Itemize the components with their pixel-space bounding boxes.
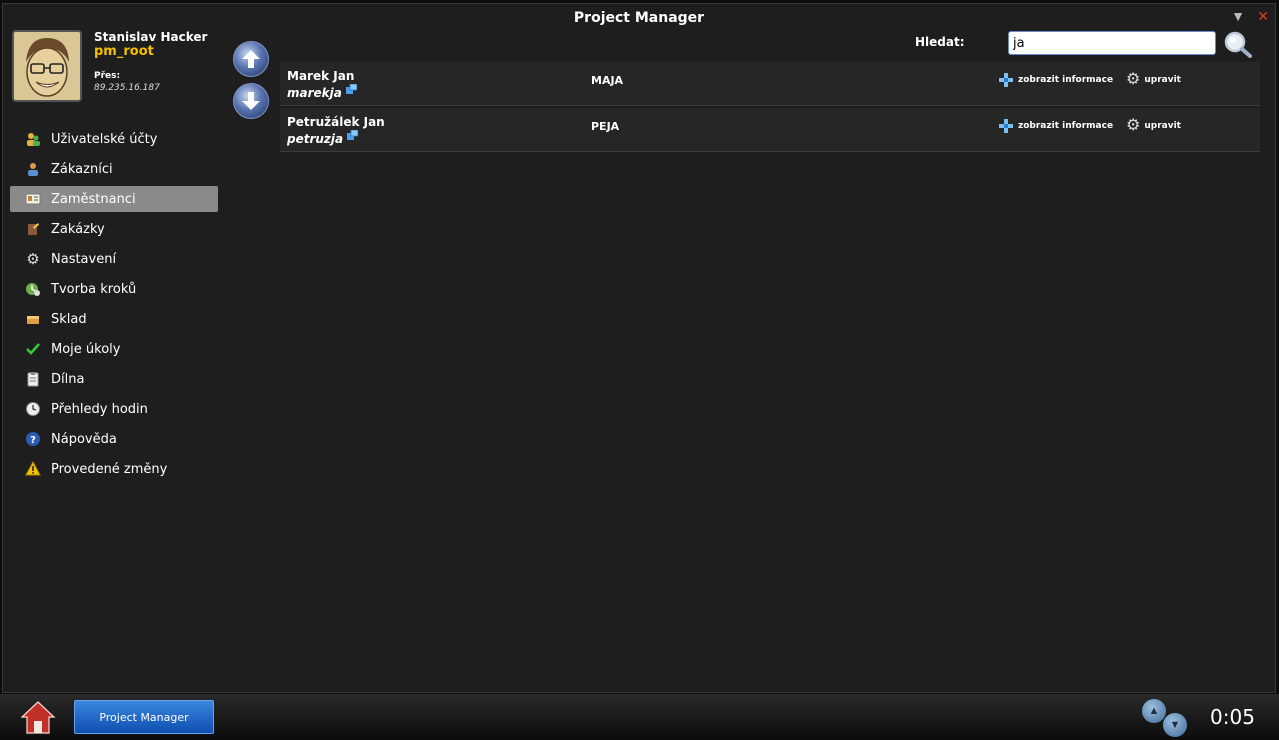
show-info-label: zobrazit informace — [1018, 121, 1114, 131]
employee-code: MAJA — [591, 74, 624, 87]
show-info-button[interactable]: zobrazit informace — [998, 118, 1113, 134]
sidebar-item-help[interactable]: ? Nápověda — [10, 426, 218, 452]
window-title: Project Manager — [573, 10, 705, 26]
title-bar: Project Manager ▼ ✕ — [3, 4, 1275, 30]
gear-icon: ⚙ — [1126, 71, 1141, 88]
employee-login: petruzja — [287, 132, 344, 146]
sidebar-item-label: Přehledy hodin — [51, 401, 148, 417]
sidebar-item-label: Dílna — [51, 371, 85, 387]
clock-icon — [25, 401, 41, 417]
sidebar-item-orders[interactable]: Zakázky — [10, 216, 218, 242]
users-icon — [25, 131, 41, 147]
avatar — [12, 30, 82, 102]
steps-icon — [25, 281, 41, 297]
sidebar-item-changes[interactable]: Provedené změny — [10, 456, 218, 482]
arrow-up-icon — [242, 50, 260, 68]
search-input[interactable] — [1008, 31, 1216, 55]
edit-label: upravit — [1144, 121, 1181, 131]
info-plus-icon — [999, 73, 1013, 87]
triangle-up-icon: ▲ — [1148, 705, 1160, 717]
orders-icon — [25, 221, 41, 237]
warehouse-icon — [25, 311, 41, 327]
minimize-icon[interactable]: ▼ — [1231, 7, 1245, 25]
customers-icon — [25, 161, 41, 177]
sidebar-item-label: Uživatelské účty — [51, 131, 158, 147]
sidebar-item-employees[interactable]: Zaměstnanci — [10, 186, 218, 212]
sidebar-item-label: Nastavení — [51, 251, 117, 267]
taskbar-app-button[interactable]: Project Manager — [74, 700, 214, 734]
table-row: Petružálek Jan petruzja PEJA zobrazit in… — [280, 108, 1260, 152]
scroll-up-button[interactable] — [233, 41, 269, 77]
svg-text:?: ? — [30, 435, 36, 446]
clock: 0:05 — [1210, 705, 1255, 729]
sidebar-item-my-tasks[interactable]: Moje úkoly — [10, 336, 218, 362]
sidebar-item-label: Zaměstnanci — [51, 191, 136, 207]
sidebar-item-label: Provedené změny — [51, 461, 168, 477]
close-icon[interactable]: ✕ — [1257, 7, 1269, 25]
tray-up-button[interactable]: ▲ — [1142, 699, 1166, 723]
app-window: Project Manager ▼ ✕ Stanislav Hacker pm_… — [2, 3, 1276, 693]
edit-button[interactable]: ⚙ upravit — [1126, 72, 1181, 88]
search-icon — [1224, 31, 1252, 58]
sidebar-item-warehouse[interactable]: Sklad — [10, 306, 218, 332]
search-label: Hledat: — [915, 35, 965, 49]
info-plus-icon — [999, 119, 1013, 133]
gear-icon: ⚙ — [26, 251, 40, 268]
show-info-button[interactable]: zobrazit informace — [998, 72, 1113, 88]
sidebar-item-label: Zakázky — [51, 221, 105, 237]
sidebar-item-customers[interactable]: Zákazníci — [10, 156, 218, 182]
user-name: Stanislav Hacker — [94, 30, 208, 44]
sidebar-item-label: Nápověda — [51, 431, 117, 447]
external-link-icon[interactable] — [347, 130, 358, 140]
scroll-down-button[interactable] — [233, 83, 269, 119]
checkmark-icon — [25, 341, 41, 357]
employee-code: PEJA — [591, 120, 620, 133]
show-info-label: zobrazit informace — [1018, 75, 1114, 85]
user-ip: 89.235.16.187 — [94, 83, 160, 93]
clipboard-icon — [25, 371, 41, 387]
edit-button[interactable]: ⚙ upravit — [1126, 118, 1181, 134]
sidebar-item-hour-overview[interactable]: Přehledy hodin — [10, 396, 218, 422]
tray-down-button[interactable]: ▼ — [1163, 713, 1187, 737]
warning-icon — [25, 461, 41, 477]
sidebar-item-label: Moje úkoly — [51, 341, 121, 357]
home-icon — [20, 701, 56, 734]
help-icon: ? — [25, 431, 41, 447]
search-button[interactable] — [1223, 30, 1253, 58]
external-link-icon[interactable] — [346, 84, 357, 94]
gear-icon: ⚙ — [1126, 117, 1141, 134]
home-button[interactable] — [20, 699, 56, 735]
sidebar-item-workshop[interactable]: Dílna — [10, 366, 218, 392]
sidebar-item-user-accounts[interactable]: Uživatelské účty — [10, 126, 218, 152]
sidebar-item-label: Tvorba kroků — [51, 281, 137, 297]
id-card-icon — [25, 191, 41, 207]
via-label: Přes: — [94, 71, 121, 81]
employee-name: Petružálek Jan — [287, 115, 385, 129]
triangle-down-icon: ▼ — [1169, 719, 1181, 731]
arrow-down-icon — [242, 92, 260, 110]
avatar-face-icon — [14, 32, 80, 100]
employee-list: Marek Jan marekja MAJA zobrazit informac… — [280, 62, 1260, 154]
table-row: Marek Jan marekja MAJA zobrazit informac… — [280, 62, 1260, 106]
sidebar-item-settings[interactable]: ⚙ Nastavení — [10, 246, 218, 272]
user-role: pm_root — [94, 44, 154, 59]
edit-label: upravit — [1144, 75, 1181, 85]
sidebar-menu: Uživatelské účty Zákazníci Zaměstnanci Z… — [10, 126, 218, 486]
employee-name: Marek Jan — [287, 69, 355, 83]
employee-login: marekja — [287, 86, 342, 100]
sidebar-item-steps[interactable]: Tvorba kroků — [10, 276, 218, 302]
sidebar-item-label: Sklad — [51, 311, 87, 327]
sidebar-item-label: Zákazníci — [51, 161, 113, 177]
